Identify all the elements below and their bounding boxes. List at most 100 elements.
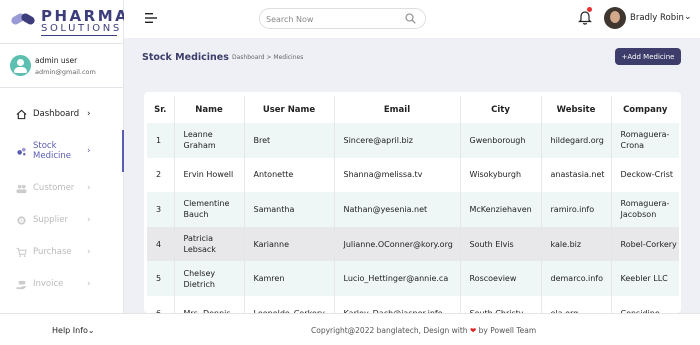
chevron-right-icon: › (87, 183, 91, 193)
sidebar-item-label: Purchase (33, 247, 72, 257)
sidebar-item-stock-medicine[interactable]: Stock Medicine › (0, 130, 124, 172)
chevron-right-icon: › (87, 109, 91, 119)
search-input[interactable] (266, 13, 396, 25)
home-icon (16, 109, 27, 119)
search-bar[interactable] (259, 8, 426, 29)
table-cell: Samantha (244, 192, 335, 227)
sidebar-nav: Dashboard › Stock Medicine › Customer › … (0, 98, 124, 300)
column-header[interactable]: User Name (244, 96, 335, 123)
table-cell: ola.org (541, 295, 612, 313)
chevron-right-icon: › (87, 279, 91, 289)
table-cell: Romaguera-Crona (611, 123, 679, 158)
sidebar-user-email: admin@gmail.com (35, 68, 96, 76)
chevron-down-icon: ⌄ (87, 326, 95, 335)
sidebar-item-label: Dashboard (33, 109, 80, 119)
table-cell: Bret (244, 123, 335, 158)
table-cell: Mrs. Dennis (174, 295, 245, 313)
sidebar-item-label: Invoice (33, 279, 64, 289)
table-row[interactable]: 4 Patricia Lebsack Karianne Julianne.OCo… (147, 226, 679, 262)
sidebar-item-supplier[interactable]: Supplier › (0, 204, 123, 236)
hand-cash-icon (16, 280, 27, 289)
sidebar-item-invoice[interactable]: Invoice › (0, 268, 123, 300)
table-cell: Keebler LLC (611, 261, 679, 296)
sidebar-item-dashboard[interactable]: Dashboard › (0, 98, 123, 130)
table-cell: Considine- (611, 295, 679, 313)
copyright-prefix: Copyright@2022 banglatech, Design with (311, 326, 468, 335)
table-row[interactable]: 5 Chelsey Dietrich Kamren Lucio_Hettinge… (147, 261, 679, 296)
column-header[interactable]: Sr. (147, 96, 175, 123)
chevron-right-icon: › (87, 247, 91, 257)
table-cell: Karley_Dach@jasper.info (334, 295, 461, 313)
chevron-right-icon: › (87, 146, 91, 156)
copyright: Copyright@2022 banglatech, Design with ❤… (311, 326, 536, 335)
sidebar-item-customer[interactable]: Customer › (0, 172, 123, 204)
table-cell: Deckow-Crist (611, 157, 679, 193)
table-cell: ramiro.info (541, 192, 612, 227)
medicines-table-card: Sr. Name User Name Email City Website Co… (144, 92, 681, 313)
table-cell: 4 (147, 226, 175, 262)
table-cell: McKenziehaven (460, 192, 542, 227)
heart-icon: ❤ (469, 326, 477, 335)
user-name: Bradly Robin (630, 13, 684, 23)
search-icon[interactable] (405, 13, 416, 24)
copyright-suffix: by Powell Team (478, 326, 537, 335)
topbar: Bradly Robin ⌄ (124, 0, 700, 38)
table-row[interactable]: 1 Leanne Graham Bret Sincere@april.biz G… (147, 123, 679, 158)
table-cell: South Christy (460, 295, 542, 313)
cart-icon (16, 247, 27, 257)
help-info-dropdown[interactable]: Help Info⌄ (52, 326, 95, 335)
table-cell: South Elvis (460, 226, 542, 262)
table-row[interactable]: 6 Mrs. Dennis Leopoldo_Corkery Karley_Da… (147, 295, 679, 313)
table-cell: 5 (147, 261, 175, 296)
sidebar-item-label: Customer (33, 183, 75, 193)
table-cell: hildegard.org (541, 123, 612, 158)
table-cell: Sincere@april.biz (334, 123, 461, 158)
sidebar: PHARMA SOLUTIONS admin user admin@gmail.… (0, 0, 127, 313)
brand-tagline: SOLUTIONS (41, 23, 122, 34)
pills-icon (17, 147, 26, 155)
chevron-down-icon: ⌄ (684, 12, 692, 22)
menu-icon[interactable] (145, 13, 157, 23)
main-content: Stock Medicines Dashboard > Medicines +A… (124, 38, 700, 313)
table-cell: Chelsey Dietrich (174, 261, 245, 296)
table-cell: Ervin Howell (174, 157, 245, 193)
table-cell: demarco.info (541, 261, 612, 296)
table-cell: 1 (147, 123, 175, 158)
table-cell: Kamren (244, 261, 335, 296)
column-header[interactable]: Website (541, 96, 612, 123)
table-cell: 6 (147, 295, 175, 313)
help-info-label: Help Info (52, 326, 88, 335)
table-cell: Leanne Graham (174, 123, 245, 158)
table-cell: Nathan@yesenia.net (334, 192, 461, 227)
user-avatar-icon (10, 55, 31, 76)
column-header[interactable]: City (460, 96, 542, 123)
table-cell: Julianne.OConner@kory.org (334, 226, 461, 262)
column-header[interactable]: Email (334, 96, 461, 123)
table-row[interactable]: 2 Ervin Howell Antonette Shanna@melissa.… (147, 157, 679, 193)
sidebar-item-purchase[interactable]: Purchase › (0, 236, 123, 268)
sidebar-item-label: Stock Medicine (33, 141, 71, 161)
brand-logo[interactable]: PHARMA SOLUTIONS (0, 0, 127, 44)
column-header[interactable]: Name (174, 96, 245, 123)
table-header-row: Sr. Name User Name Email City Website Co… (147, 96, 679, 123)
avatar (604, 7, 626, 29)
table-cell: Robel-Corkery (611, 226, 679, 262)
table-cell: Clementine Bauch (174, 192, 245, 227)
brand-underline (41, 35, 117, 36)
table-cell: Romaguera-Jacobson (611, 192, 679, 227)
table-cell: kale.biz (541, 226, 612, 262)
table-cell: 2 (147, 157, 175, 193)
table-cell: Shanna@melissa.tv (334, 157, 461, 193)
table-cell: Karianne (244, 226, 335, 262)
footer: Help Info⌄ Copyright@2022 banglatech, De… (0, 313, 700, 345)
table-cell: Leopoldo_Corkery (244, 295, 335, 313)
add-medicine-button[interactable]: +Add Medicine (615, 48, 681, 65)
medicines-table: Sr. Name User Name Email City Website Co… (147, 96, 679, 313)
table-cell: Antonette (244, 157, 335, 193)
column-header[interactable]: Company (611, 96, 679, 123)
notification-bell[interactable] (578, 7, 592, 25)
table-cell: anastasia.net (541, 157, 612, 193)
table-row[interactable]: 3 Clementine Bauch Samantha Nathan@yesen… (147, 192, 679, 227)
table-cell: Patricia Lebsack (174, 226, 245, 262)
table-cell: Gwenborough (460, 123, 542, 158)
